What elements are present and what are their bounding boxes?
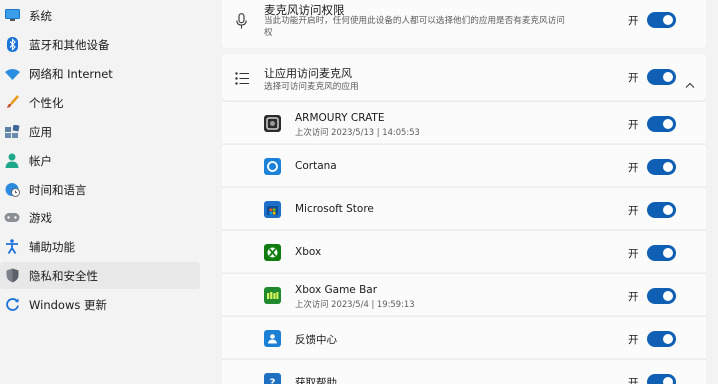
app-row-microsoft-store: Microsoft Store 开 bbox=[222, 187, 706, 229]
cortana-toggle[interactable] bbox=[647, 159, 676, 175]
sidebar-item-accessibility[interactable]: 辅助功能 bbox=[0, 233, 200, 260]
app-row-xbox-game-bar: Xbox Game Bar 上次访问 2023/5/4 | 19:59:13 开 bbox=[222, 273, 706, 315]
app-name: Cortana bbox=[295, 160, 337, 172]
sidebar-item-label: 系统 bbox=[29, 8, 52, 23]
toggle-state-label: 开 bbox=[628, 205, 639, 217]
toggle-state-label: 开 bbox=[628, 15, 639, 27]
get-help-icon: ? bbox=[264, 373, 281, 384]
apps-icon bbox=[4, 124, 20, 140]
description-line: 权 bbox=[264, 27, 273, 38]
xbox-game-bar-icon bbox=[264, 287, 281, 304]
app-row-armoury-crate: ARMOURY CRATE 上次访问 2023/5/13 | 14:05:53 … bbox=[222, 101, 706, 143]
armoury-crate-icon bbox=[264, 115, 281, 132]
toggle-state-label: 开 bbox=[628, 377, 639, 384]
accessibility-icon bbox=[4, 239, 20, 255]
globe-clock-icon bbox=[4, 182, 20, 198]
armoury-crate-toggle[interactable] bbox=[647, 116, 676, 132]
microsoft-store-icon bbox=[264, 201, 281, 218]
description-line: 当此功能开启时，任何使用此设备的人都可以选择他们的应用是否有麦克风访问 bbox=[264, 16, 565, 26]
sidebar-item-network[interactable]: 网络和 Internet bbox=[0, 60, 200, 87]
xbox-game-bar-toggle[interactable] bbox=[647, 288, 676, 304]
sidebar-item-gaming[interactable]: 游戏 bbox=[0, 204, 200, 231]
toggle-state-label: 开 bbox=[628, 119, 639, 131]
sidebar-item-accounts[interactable]: 帐户 bbox=[0, 147, 200, 174]
windows-update-icon bbox=[4, 297, 20, 313]
app-last-access: 上次访问 2023/5/13 | 14:05:53 bbox=[295, 127, 420, 137]
xbox-toggle[interactable] bbox=[647, 245, 676, 261]
app-name: 反馈中心 bbox=[295, 334, 337, 346]
microphone-access-toggle[interactable] bbox=[647, 12, 676, 28]
sidebar-item-label: 隐私和安全性 bbox=[29, 268, 98, 283]
sidebar-item-windows-update[interactable]: Windows 更新 bbox=[0, 291, 200, 318]
app-last-access: 上次访问 2023/5/4 | 19:59:13 bbox=[295, 299, 415, 309]
bluetooth-icon bbox=[4, 37, 20, 53]
app-row-cortana: Cortana 开 bbox=[222, 144, 706, 186]
sidebar-item-label: 时间和语言 bbox=[29, 182, 87, 197]
toggle-state-label: 开 bbox=[628, 291, 639, 303]
sidebar-item-system[interactable]: 系统 bbox=[0, 2, 200, 29]
get-help-toggle[interactable] bbox=[647, 374, 676, 384]
app-row-xbox: Xbox 开 bbox=[222, 230, 706, 272]
person-icon bbox=[4, 153, 20, 169]
feedback-hub-toggle[interactable] bbox=[647, 331, 676, 347]
toggle-state-label: 开 bbox=[628, 248, 639, 260]
microphone-access-description: 当此功能开启时，任何使用此设备的人都可以选择他们的应用是否有麦克风访问 权 bbox=[264, 16, 604, 39]
sidebar-item-time-language[interactable]: 时间和语言 bbox=[0, 176, 200, 203]
app-access-header[interactable]: 让应用访问麦克风 选择可访问麦克风的应用 开 bbox=[222, 54, 706, 100]
toggle-knob bbox=[663, 15, 673, 25]
gamepad-icon bbox=[4, 210, 20, 226]
toggle-knob bbox=[663, 119, 673, 129]
app-access-toggle[interactable] bbox=[647, 69, 676, 85]
app-name: Xbox Game Bar bbox=[295, 284, 378, 296]
toggle-state-label: 开 bbox=[628, 162, 639, 174]
sidebar-item-label: 应用 bbox=[29, 124, 52, 139]
sidebar-item-bluetooth[interactable]: 蓝牙和其他设备 bbox=[0, 31, 200, 58]
xbox-icon bbox=[264, 244, 281, 261]
microsoft-store-toggle[interactable] bbox=[647, 202, 676, 218]
shield-icon bbox=[4, 268, 20, 284]
app-row-get-help: ? 获取帮助 开 bbox=[222, 359, 706, 384]
sidebar-item-label: 帐户 bbox=[29, 153, 52, 168]
settings-sidebar: 系统 蓝牙和其他设备 网络和 Internet 个性化 应用 帐户 时间和语言 … bbox=[0, 0, 210, 384]
app-row-feedback-hub: 反馈中心 开 bbox=[222, 316, 706, 358]
sidebar-item-apps[interactable]: 应用 bbox=[0, 118, 200, 145]
monitor-icon bbox=[4, 8, 20, 24]
toggle-knob bbox=[663, 334, 673, 344]
app-access-title: 让应用访问麦克风 bbox=[264, 67, 352, 80]
toggle-knob bbox=[663, 377, 673, 384]
app-name: ARMOURY CRATE bbox=[295, 112, 385, 124]
sidebar-item-label: 游戏 bbox=[29, 210, 52, 225]
app-name: Microsoft Store bbox=[295, 203, 374, 215]
wifi-icon bbox=[4, 66, 20, 82]
cortana-icon bbox=[264, 158, 281, 175]
toggle-knob bbox=[663, 162, 673, 172]
sidebar-item-label: 辅助功能 bbox=[29, 239, 75, 254]
toggle-state-label: 开 bbox=[628, 72, 639, 84]
toggle-knob bbox=[663, 72, 673, 82]
toggle-knob bbox=[663, 291, 673, 301]
sidebar-item-privacy-security[interactable]: 隐私和安全性 bbox=[0, 262, 200, 289]
sidebar-item-label: 个性化 bbox=[29, 95, 64, 110]
app-name: 获取帮助 bbox=[295, 377, 337, 384]
svg-text:?: ? bbox=[270, 378, 276, 384]
chevron-up-icon[interactable] bbox=[685, 73, 695, 92]
list-settings-icon bbox=[235, 70, 249, 89]
microphone-icon bbox=[236, 13, 247, 34]
toggle-knob bbox=[663, 248, 673, 258]
sidebar-item-label: 网络和 Internet bbox=[29, 66, 113, 81]
feedback-hub-icon bbox=[264, 330, 281, 347]
sidebar-item-label: Windows 更新 bbox=[29, 297, 107, 312]
app-access-subtitle: 选择可访问麦克风的应用 bbox=[264, 82, 359, 92]
microphone-access-card: 麦克风访问权限 当此功能开启时，任何使用此设备的人都可以选择他们的应用是否有麦克… bbox=[222, 0, 706, 48]
app-name: Xbox bbox=[295, 246, 322, 258]
brush-icon bbox=[4, 95, 20, 111]
sidebar-item-label: 蓝牙和其他设备 bbox=[29, 37, 110, 52]
toggle-knob bbox=[663, 205, 673, 215]
sidebar-item-personalization[interactable]: 个性化 bbox=[0, 89, 200, 116]
toggle-state-label: 开 bbox=[628, 334, 639, 346]
